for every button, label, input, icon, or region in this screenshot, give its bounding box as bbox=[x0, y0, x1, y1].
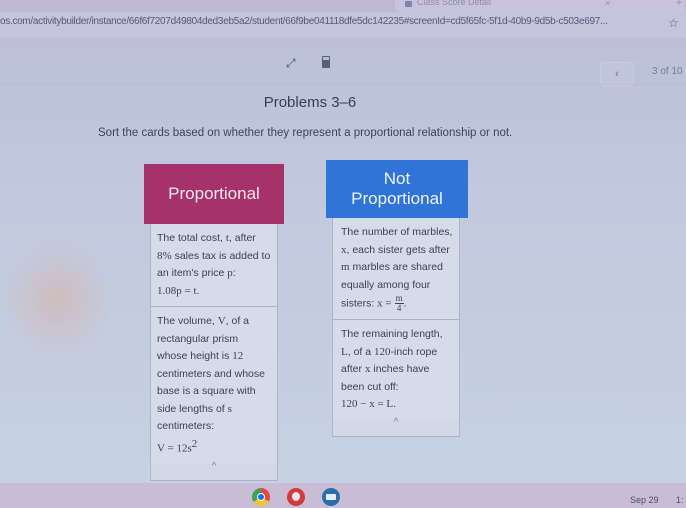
collapse-chevron-icon[interactable]: ^ bbox=[203, 461, 225, 472]
tab-close-icon[interactable]: × bbox=[605, 0, 610, 8]
url-text[interactable]: os.com/activitybuilder/instance/66f6f720… bbox=[0, 16, 608, 27]
not-proportional-column: Not Proportional The number of marbles, … bbox=[326, 160, 468, 437]
proportional-card-stack: The total cost, t, after 8% sales tax is… bbox=[150, 224, 278, 481]
screen-indicator: 3 of 10 bbox=[652, 66, 683, 77]
card-marbles[interactable]: The number of marbles, x, each sister ge… bbox=[333, 218, 459, 320]
card-sales-tax[interactable]: The total cost, t, after 8% sales tax is… bbox=[151, 224, 277, 307]
canvas-app-icon[interactable] bbox=[287, 488, 305, 506]
browser-tab[interactable]: Class Score Detail × bbox=[395, 0, 685, 12]
proportional-column: Proportional The total cost, t, after 8%… bbox=[144, 164, 284, 481]
page-title: Problems 3–6 bbox=[263, 94, 357, 111]
taskbar-time[interactable]: 1: bbox=[676, 495, 684, 505]
not-proportional-card-stack: The number of marbles, x, each sister ge… bbox=[332, 218, 460, 437]
fraction-m-over-4: m4 bbox=[394, 293, 404, 313]
card-prism-volume[interactable]: The volume, V, of a rectangular prism wh… bbox=[151, 307, 277, 464]
tab-title: Class Score Detail bbox=[417, 0, 492, 7]
new-tab-button[interactable]: + bbox=[676, 0, 682, 9]
toolbar-divider bbox=[0, 84, 686, 85]
not-proportional-header: Not Proportional bbox=[326, 160, 468, 218]
proportional-header: Proportional bbox=[144, 164, 284, 224]
taskbar-date[interactable]: Sep 29 bbox=[630, 495, 659, 505]
screen-glare-reflection bbox=[0, 240, 115, 360]
address-bar[interactable]: os.com/activitybuilder/instance/66f6f720… bbox=[0, 12, 686, 38]
chrome-icon[interactable] bbox=[252, 488, 270, 506]
os-taskbar bbox=[0, 483, 686, 508]
bookmark-star-icon[interactable]: ☆ bbox=[668, 16, 679, 30]
tab-favicon-icon bbox=[405, 1, 412, 7]
collapse-chevron-icon[interactable]: ^ bbox=[385, 417, 407, 428]
instructions: Sort the cards based on whether they rep… bbox=[98, 127, 513, 139]
previous-screen-button[interactable]: ‹ bbox=[600, 62, 634, 86]
chevron-left-icon: ‹ bbox=[615, 68, 619, 80]
expand-icon[interactable]: ⤢ bbox=[286, 56, 296, 71]
calculator-icon[interactable] bbox=[322, 56, 330, 68]
card-rope-length[interactable]: The remaining length, L, of a 120-inch r… bbox=[333, 320, 459, 420]
classroom-app-icon[interactable] bbox=[322, 488, 340, 506]
